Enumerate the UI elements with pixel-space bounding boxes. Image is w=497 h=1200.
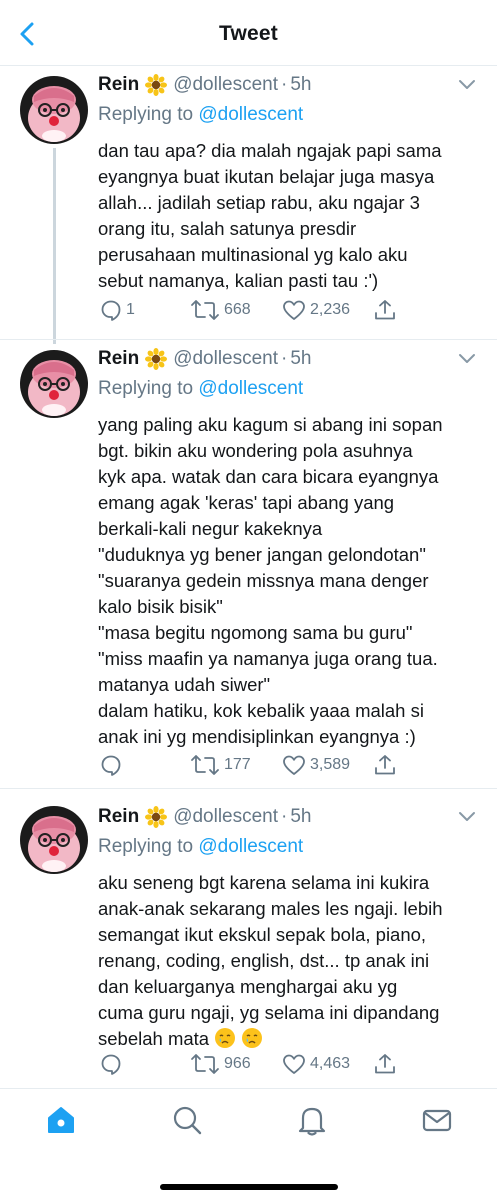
tweet-actions: 177 3,589 <box>98 751 398 779</box>
replying-to: Replying to @dollescent <box>98 378 303 400</box>
avatar[interactable] <box>20 76 88 144</box>
heart-icon <box>283 1054 305 1074</box>
share-button[interactable] <box>374 1050 396 1078</box>
sunflower-icon <box>145 348 168 370</box>
replying-prefix: Replying to <box>98 378 194 399</box>
timestamp[interactable]: 5h <box>290 74 311 96</box>
replying-prefix: Replying to <box>98 836 194 857</box>
speech-bubble-icon <box>101 755 121 776</box>
separator-dot: · <box>281 806 288 827</box>
tweet-actions: 1 668 2,236 <box>98 296 398 324</box>
timestamp[interactable]: 5h <box>290 348 311 370</box>
retweet-count: 966 <box>224 1055 251 1072</box>
like-button[interactable]: 3,589 <box>282 751 350 779</box>
speech-bubble-icon <box>101 1054 121 1075</box>
tweet-header: Rein @dollescent · 5h <box>98 346 312 372</box>
bell-icon[interactable] <box>295 1103 329 1137</box>
heart-icon <box>283 300 305 320</box>
tweet-header: Rein @dollescent · 5h <box>98 72 312 98</box>
replying-to: Replying to @dollescent <box>98 836 303 858</box>
like-button[interactable]: 2,236 <box>282 296 350 324</box>
display-name[interactable]: Rein <box>98 806 139 828</box>
tweet-text: aku seneng bgt karena selama ini kukira … <box>98 870 483 1052</box>
retweet-button[interactable]: 177 <box>190 751 251 779</box>
crying-face-icon <box>215 1028 236 1048</box>
tweet-actions: 966 4,463 <box>98 1050 398 1078</box>
username[interactable]: @dollescent <box>173 74 278 96</box>
tweet-card[interactable]: Rein @dollescent · 5h Replying to @dolle… <box>0 72 497 340</box>
tweet-header: Rein @dollescent · 5h <box>98 804 312 830</box>
chevron-down-icon[interactable] <box>457 74 477 94</box>
avatar[interactable] <box>20 350 88 418</box>
like-count: 4,463 <box>310 1055 351 1072</box>
retweet-button[interactable]: 966 <box>190 1050 251 1078</box>
username[interactable]: @dollescent <box>173 806 278 828</box>
share-button[interactable] <box>374 751 396 779</box>
separator-dot: · <box>281 74 288 95</box>
share-button[interactable] <box>374 296 396 324</box>
home-indicator[interactable] <box>160 1184 338 1190</box>
heart-icon <box>283 755 305 775</box>
share-icon <box>375 300 395 320</box>
replying-to: Replying to @dollescent <box>98 104 303 126</box>
top-bar: Tweet <box>0 0 497 66</box>
mention-link[interactable]: @dollescent <box>198 104 303 125</box>
retweet-count: 668 <box>224 301 251 318</box>
share-icon <box>375 1054 395 1074</box>
retweet-button[interactable]: 668 <box>190 296 251 324</box>
tweet-text-content: aku seneng bgt karena selama ini kukira … <box>98 872 443 1049</box>
retweet-icon <box>191 1054 219 1074</box>
tweet-text: yang paling aku kagum si abang ini sopan… <box>98 414 443 747</box>
display-name[interactable]: Rein <box>98 348 139 370</box>
like-count: 3,589 <box>310 756 351 773</box>
tweet-card[interactable]: Rein @dollescent · 5h Replying to @dolle… <box>0 804 497 1084</box>
reply-count: 1 <box>126 301 135 318</box>
reply-button[interactable] <box>100 1050 126 1078</box>
replying-prefix: Replying to <box>98 104 194 125</box>
crying-face-icon <box>242 1028 263 1048</box>
like-button[interactable]: 4,463 <box>282 1050 350 1078</box>
like-count: 2,236 <box>310 301 351 318</box>
retweet-count: 177 <box>224 756 251 773</box>
username[interactable]: @dollescent <box>173 348 278 370</box>
timestamp[interactable]: 5h <box>290 806 311 828</box>
tweet-card[interactable]: Rein @dollescent · 5h Replying to @dolle… <box>0 346 497 789</box>
mention-link[interactable]: @dollescent <box>198 378 303 399</box>
chevron-down-icon[interactable] <box>457 348 477 368</box>
separator-dot: · <box>281 348 288 369</box>
mail-icon[interactable] <box>420 1103 454 1137</box>
search-icon[interactable] <box>170 1103 204 1137</box>
retweet-icon <box>191 755 219 775</box>
page-title: Tweet <box>219 22 278 45</box>
display-name[interactable]: Rein <box>98 74 139 96</box>
reply-button[interactable] <box>100 751 126 779</box>
sunflower-icon <box>145 806 168 828</box>
speech-bubble-icon <box>101 300 121 321</box>
share-icon <box>375 755 395 775</box>
chevron-down-icon[interactable] <box>457 806 477 826</box>
sunflower-icon <box>145 74 168 96</box>
avatar[interactable] <box>20 806 88 874</box>
tweet-text: dan tau apa? dia malah ngajak papi sama … <box>98 140 442 291</box>
retweet-icon <box>191 300 219 320</box>
mention-link[interactable]: @dollescent <box>198 836 303 857</box>
home-icon[interactable] <box>44 1103 78 1137</box>
reply-button[interactable]: 1 <box>100 296 135 324</box>
